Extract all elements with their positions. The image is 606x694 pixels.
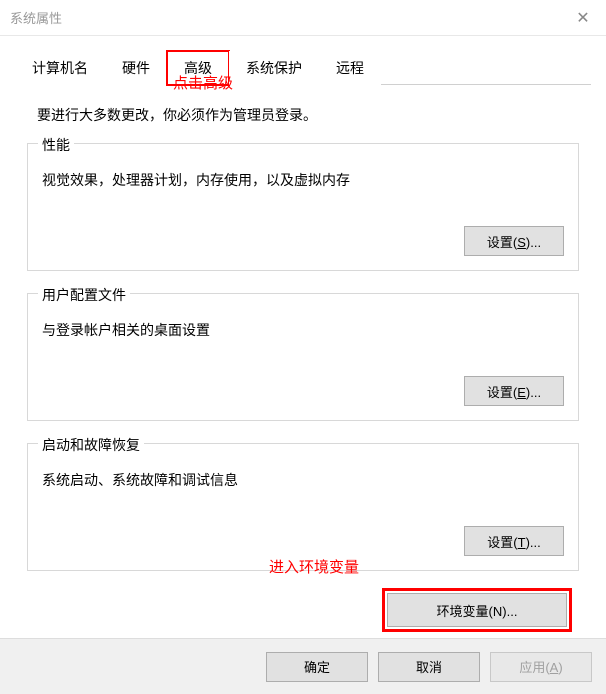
environment-variables-button[interactable]: 环境变量(N)... [387, 593, 567, 627]
tab-content-advanced: 要进行大多数更改，你必须作为管理员登录。 性能 视觉效果，处理器计划，内存使用，… [15, 85, 591, 637]
button-row: 设置(E)... [42, 376, 564, 406]
groupbox-startup-title: 启动和故障恢复 [38, 435, 144, 455]
tab-computer-name[interactable]: 计算机名 [15, 51, 105, 85]
button-row: 设置(T)... [42, 526, 564, 556]
groupbox-performance: 性能 视觉效果，处理器计划，内存使用，以及虚拟内存 设置(S)... [27, 143, 579, 271]
ok-button[interactable]: 确定 [266, 652, 368, 682]
apply-button[interactable]: 应用(A) [490, 652, 592, 682]
tab-hardware[interactable]: 硬件 [105, 51, 167, 85]
groupbox-performance-desc: 视觉效果，处理器计划，内存使用，以及虚拟内存 [42, 170, 564, 190]
annotation-enter-env: 进入环境变量 [269, 556, 359, 577]
dialog-footer: 确定 取消 应用(A) [0, 638, 606, 694]
admin-instruction: 要进行大多数更改，你必须作为管理员登录。 [37, 105, 579, 125]
env-button-row: 环境变量(N)... [27, 593, 579, 627]
user-profiles-settings-button[interactable]: 设置(E)... [464, 376, 564, 406]
dialog-body: 计算机名 硬件 高级 系统保护 远程 点击高级 要进行大多数更改，你必须作为管理… [0, 36, 606, 637]
groupbox-startup-desc: 系统启动、系统故障和调试信息 [42, 470, 564, 490]
close-icon: ✕ [576, 8, 589, 28]
tab-remote[interactable]: 远程 [319, 51, 381, 85]
groupbox-user-profiles-desc: 与登录帐户相关的桌面设置 [42, 320, 564, 340]
groupbox-user-profiles-title: 用户配置文件 [38, 285, 130, 305]
performance-settings-button[interactable]: 设置(S)... [464, 226, 564, 256]
cancel-button[interactable]: 取消 [378, 652, 480, 682]
groupbox-startup: 启动和故障恢复 系统启动、系统故障和调试信息 设置(T)... [27, 443, 579, 571]
groupbox-user-profiles: 用户配置文件 与登录帐户相关的桌面设置 设置(E)... [27, 293, 579, 421]
window-title: 系统属性 [10, 8, 62, 27]
tab-system-protection[interactable]: 系统保护 [229, 51, 319, 85]
annotation-click-advanced: 点击高级 [173, 72, 233, 93]
tabstrip: 计算机名 硬件 高级 系统保护 远程 [15, 50, 591, 85]
close-button[interactable]: ✕ [560, 0, 606, 36]
titlebar: 系统属性 ✕ [0, 0, 606, 36]
button-row: 设置(S)... [42, 226, 564, 256]
startup-settings-button[interactable]: 设置(T)... [464, 526, 564, 556]
groupbox-performance-title: 性能 [38, 135, 74, 155]
